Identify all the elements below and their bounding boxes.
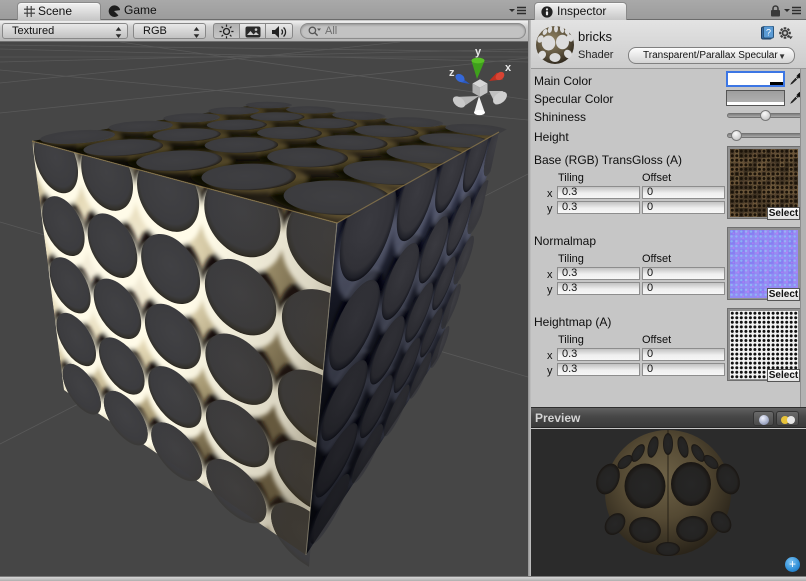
svg-text:x: x: [505, 62, 512, 74]
svg-text:y: y: [475, 46, 482, 58]
svg-text:?: ?: [766, 28, 771, 38]
svg-text:z: z: [449, 67, 455, 79]
